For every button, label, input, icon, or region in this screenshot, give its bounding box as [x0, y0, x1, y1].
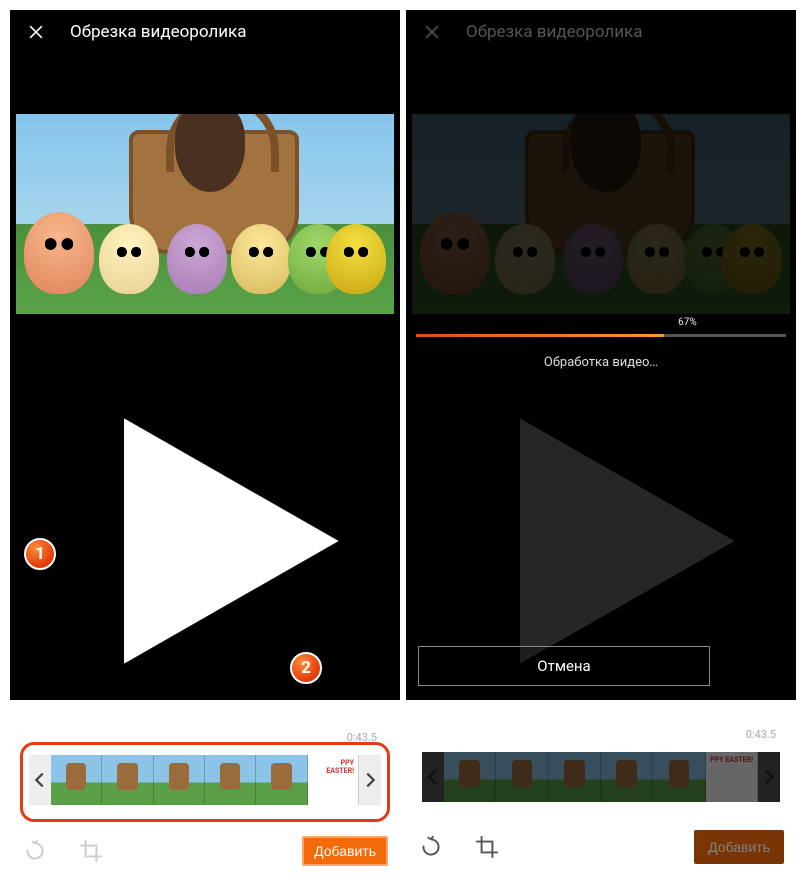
thumbnails[interactable]: PPY EASTER! [51, 755, 359, 805]
progress-area: 67% Обработка видео… [416, 310, 786, 370]
controls: 0:43.5 PPY EASTER! [406, 314, 796, 878]
crop-icon [474, 834, 500, 860]
rotate-icon [418, 834, 444, 860]
close-button [422, 22, 442, 42]
close-icon [422, 22, 442, 42]
callout-marker-2: 2 [290, 652, 322, 684]
thumb [496, 752, 548, 802]
bottom-toolbar: Добавить [406, 820, 796, 878]
thumb [601, 752, 653, 802]
page-title: Обрезка видеоролика [70, 22, 247, 42]
header: Обрезка видеоролика [406, 10, 796, 54]
video-preview[interactable] [10, 114, 400, 314]
page-title: Обрезка видеоролика [466, 22, 643, 42]
add-button[interactable]: Добавить [302, 836, 388, 866]
rotate-button[interactable] [22, 838, 48, 864]
timeline: 0:43.5 PPY EASTER! [416, 742, 786, 816]
thumb[interactable]: PPY EASTER! [308, 755, 359, 805]
scrub-indicator[interactable] [103, 748, 108, 753]
filmstrip[interactable]: PPY EASTER! [29, 755, 381, 805]
video-frame [412, 114, 790, 314]
rotate-icon [22, 838, 48, 864]
crop-button [474, 834, 500, 860]
thumb: PPY EASTER! [706, 752, 758, 802]
thumb[interactable] [205, 755, 256, 805]
thumb[interactable] [256, 755, 307, 805]
thumb[interactable] [51, 755, 102, 805]
thumb [549, 752, 601, 802]
thumb[interactable] [154, 755, 205, 805]
chevron-left-icon [29, 755, 51, 805]
add-button: Добавить [694, 830, 784, 864]
pane-trim: Обрезка видеоролика 0:43.5 [10, 10, 400, 700]
chevron-right-icon [758, 752, 780, 802]
progress-percent: 67% [672, 315, 703, 330]
thumb [653, 752, 705, 802]
trim-handle-right [758, 752, 780, 802]
rotate-button [418, 834, 444, 860]
video-frame [16, 114, 394, 314]
chevron-right-icon [359, 755, 381, 805]
bottom-toolbar: Добавить [10, 826, 400, 880]
close-icon [26, 22, 46, 42]
play-button[interactable] [10, 314, 400, 738]
chevron-left-icon [422, 752, 444, 802]
trim-handle-right[interactable] [359, 755, 381, 805]
cancel-label: Отмена [537, 657, 590, 675]
progress-label: Обработка видео… [416, 355, 786, 370]
scrub-indicator [496, 745, 501, 750]
thumb-text: PPY EASTER! [312, 759, 354, 801]
thumb[interactable] [102, 755, 153, 805]
callout-marker-1: 1 [24, 538, 56, 570]
cancel-button[interactable]: Отмена [418, 646, 710, 686]
duration-label: 0:43.5 [746, 728, 776, 741]
header: Обрезка видеоролика [10, 10, 400, 54]
thumbnails: PPY EASTER! [444, 752, 758, 802]
progress-bar [416, 334, 786, 337]
play-icon [32, 354, 400, 728]
duration-label: 0:43.5 [347, 731, 377, 744]
video-preview [406, 114, 796, 314]
trim-handle-left [422, 752, 444, 802]
crop-icon [78, 838, 104, 864]
trim-handle-left[interactable] [29, 755, 51, 805]
pane-processing: Обрезка видеоролика 67% Обработка видео…… [406, 10, 796, 700]
progress-fill [416, 334, 664, 337]
close-button[interactable] [26, 22, 46, 42]
crop-button[interactable] [78, 838, 104, 864]
controls: 0:43.5 PPY EASTER! [10, 314, 400, 880]
timeline-highlight[interactable]: 0:43.5 PPY EASTER! [20, 742, 390, 822]
thumb-text: PPY EASTER! [710, 756, 753, 798]
filmstrip: PPY EASTER! [422, 752, 780, 802]
thumb [444, 752, 496, 802]
